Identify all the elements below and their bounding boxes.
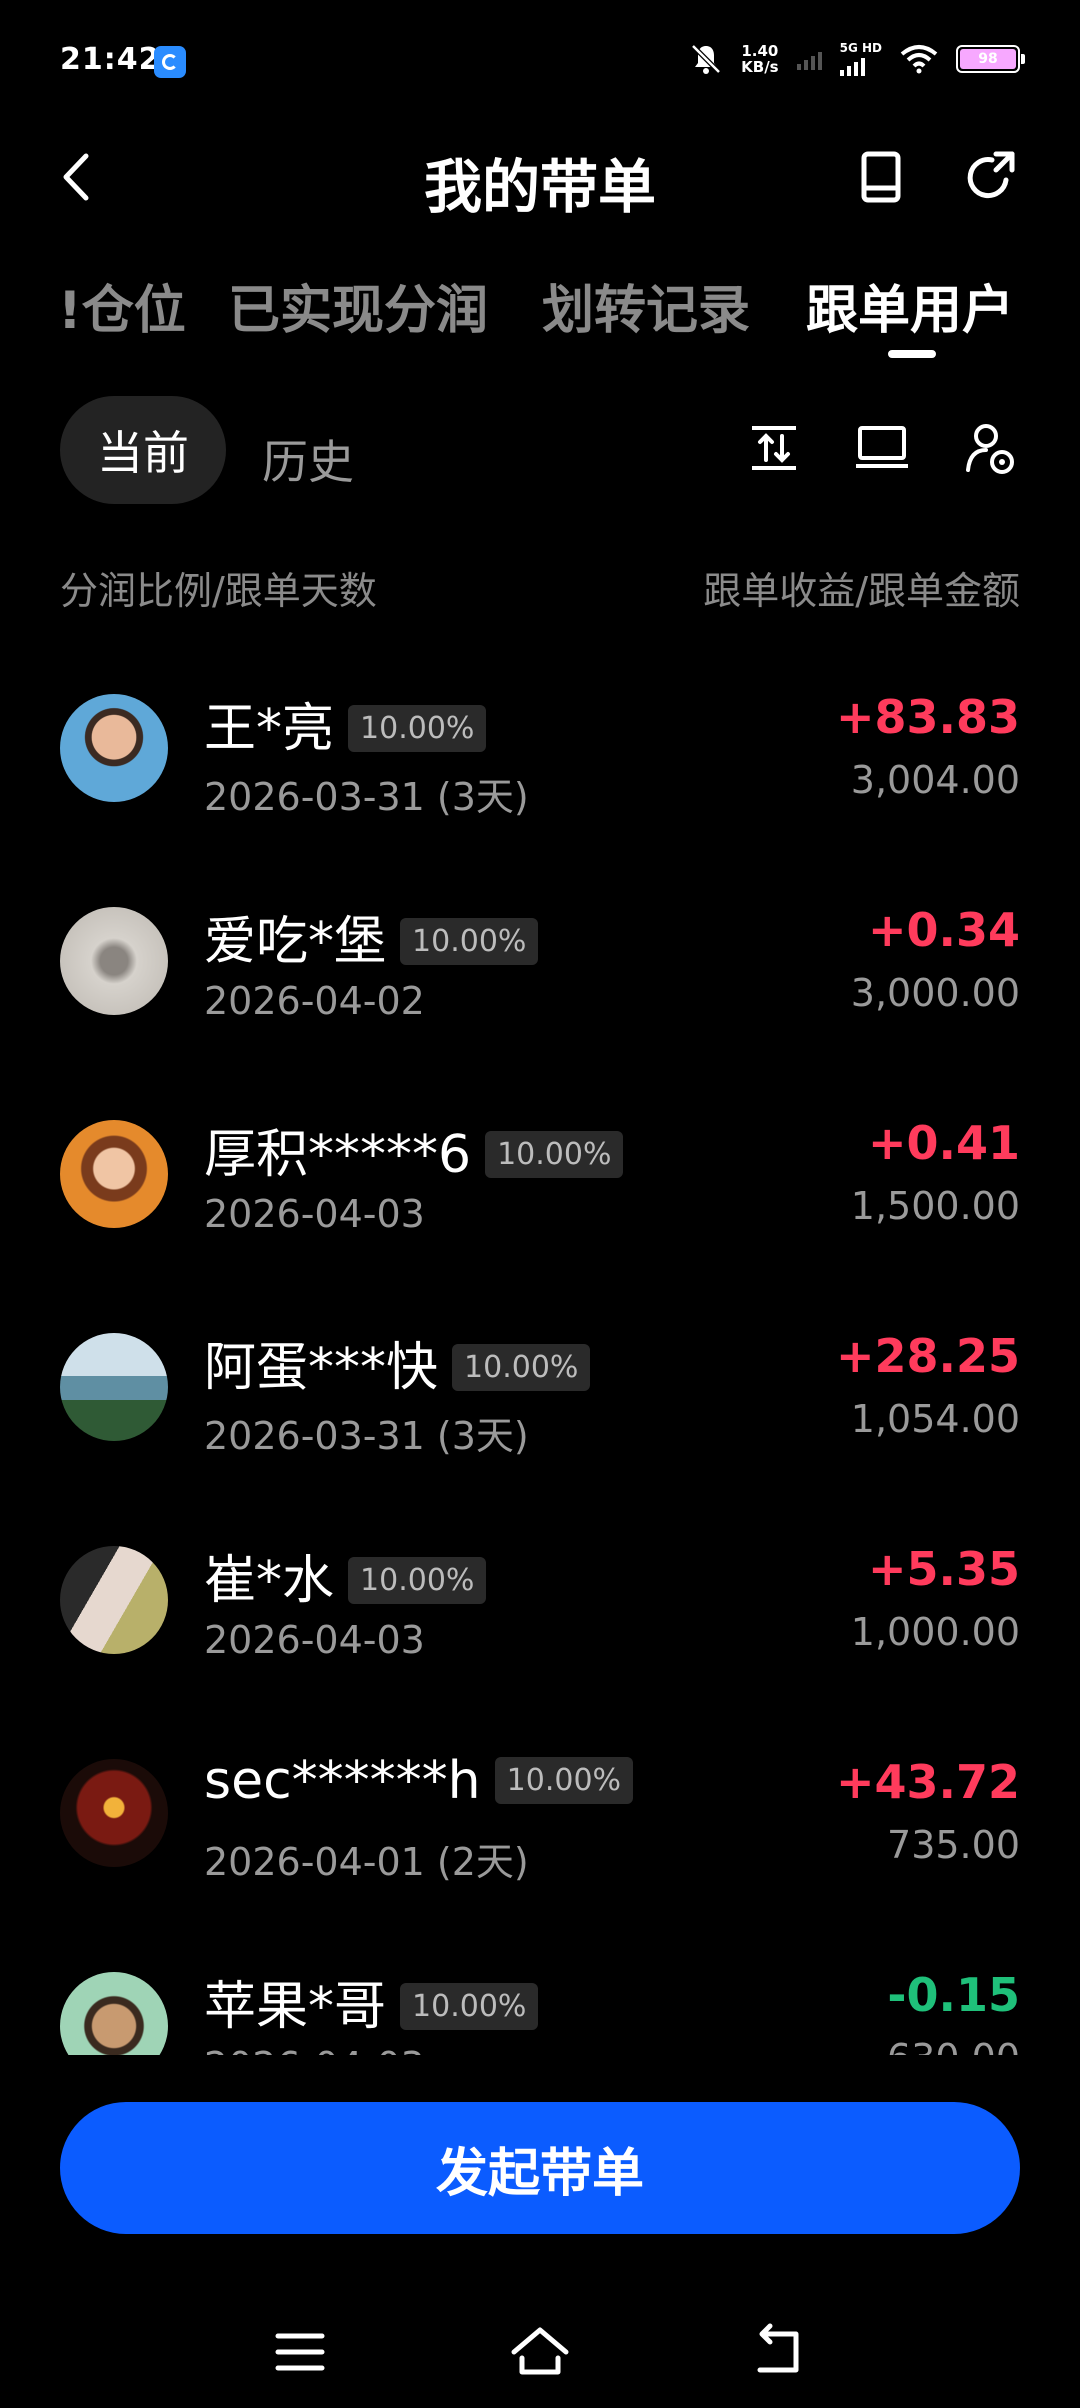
avatar xyxy=(60,907,168,1015)
follower-row[interactable]: 苹果*哥10.00% 2026-04-03 -0.15 630.00 xyxy=(0,1918,1080,2055)
tab-bar: !仓位 已实现分润 划转记录 跟单用户 xyxy=(0,258,1080,358)
follow-amount: 1,000.00 xyxy=(850,1610,1020,1654)
filter-row: 当前 历史 xyxy=(0,396,1080,506)
follower-row[interactable]: 王*亮 10.00% 2026-03-31 (3天) +83.83 3,004.0… xyxy=(0,640,1080,853)
follower-row[interactable]: 厚积*****6 10.00% 2026-04-03 +0.41 1,500.00 xyxy=(0,1066,1080,1279)
column-left-label: 分润比例/跟单天数 xyxy=(60,569,377,613)
column-right-label: 跟单收益/跟单金额 xyxy=(703,569,1020,613)
status-bar: 21:42 1.40 KB/s 5G HD 98 xyxy=(0,0,1080,120)
follow-amount: 3,000.00 xyxy=(850,971,1020,1015)
follower-list: 王*亮 10.00% 2026-03-31 (3天) +83.83 3,004.0… xyxy=(0,640,1080,2055)
follow-date: 2026-03-31 (3天) xyxy=(204,1414,529,1458)
follow-date: 2026-04-03 xyxy=(204,1618,425,1662)
filter-history[interactable]: 历史 xyxy=(262,426,354,492)
menu-icon[interactable] xyxy=(270,2322,330,2382)
share-ratio-badge: 10.00% xyxy=(485,1130,624,1178)
share-refresh-icon[interactable] xyxy=(960,148,1020,208)
share-ratio-badge: 10.00% xyxy=(400,917,539,965)
avatar xyxy=(60,1546,168,1654)
follow-profit: +83.83 xyxy=(835,690,1020,744)
follower-row[interactable]: 崔*水 10.00% 2026-04-03 +5.35 1,000.00 xyxy=(0,1492,1080,1705)
follow-date: 2026-04-03 xyxy=(204,2044,425,2055)
follower-row[interactable]: 爱吃*堡 10.00% 2026-04-02 +0.34 3,000.00 xyxy=(0,853,1080,1066)
follower-name: 苹果*哥 10.00% xyxy=(204,1964,539,2039)
follower-name: 厚积*****6 10.00% xyxy=(204,1112,624,1187)
follow-profit: +43.72 xyxy=(835,1755,1020,1809)
net-speed-unit: KB/s xyxy=(741,58,779,76)
avatar xyxy=(60,1120,168,1228)
follower-row[interactable]: 阿蛋***快 10.00% 2026-03-31 (3天) +28.25 1,05… xyxy=(0,1279,1080,1492)
follow-amount: 735.00 xyxy=(887,1823,1020,1867)
tab-transfer-records[interactable]: 划转记录 xyxy=(542,268,750,343)
battery-level: 98 xyxy=(960,49,1016,69)
filter-current[interactable]: 当前 xyxy=(60,396,226,504)
share-ratio-badge: 10.00% xyxy=(494,1756,634,1804)
follower-name: 爱吃*堡 10.00% xyxy=(204,899,539,974)
follow-profit: +0.34 xyxy=(867,903,1020,957)
sort-icon[interactable] xyxy=(746,420,802,476)
follower-name: 王*亮 10.00% xyxy=(204,686,487,761)
share-ratio-badge: 10.00% xyxy=(400,1982,539,2030)
follower-row[interactable]: sec******h 10.00% 2026-04-01 (2天) +43.72 … xyxy=(0,1705,1080,1918)
signal-icon xyxy=(839,54,865,76)
share-ratio-badge: 10.00% xyxy=(452,1343,591,1391)
page-title: 我的带单 xyxy=(423,153,656,221)
follow-amount: 1,054.00 xyxy=(850,1397,1020,1441)
book-icon[interactable] xyxy=(852,148,912,208)
follow-amount: 1,500.00 xyxy=(850,1184,1020,1228)
network-speed: 1.40 KB/s xyxy=(741,43,778,75)
status-time: 21:42 xyxy=(60,42,161,77)
wifi-icon xyxy=(900,45,938,74)
follower-name: 崔*水 10.00% xyxy=(204,1538,487,1613)
follower-name: 阿蛋***快 10.00% xyxy=(204,1325,591,1400)
share-ratio-badge: 10.00% xyxy=(348,1556,487,1604)
avatar xyxy=(60,694,168,802)
status-icons: 1.40 KB/s 5G HD 98 xyxy=(689,41,1025,76)
active-tab-indicator xyxy=(888,350,936,358)
tab-followers[interactable]: 跟单用户 xyxy=(806,268,1014,343)
net-speed-value: 1.40 xyxy=(741,42,779,60)
back-nav-icon[interactable] xyxy=(750,2322,810,2382)
follow-date: 2026-03-31 (3天) xyxy=(204,775,529,819)
follow-date: 2026-04-02 xyxy=(204,979,425,1023)
tab-positions[interactable]: !仓位 xyxy=(58,268,186,343)
battery-icon: 98 xyxy=(956,45,1025,73)
follow-profit: +28.25 xyxy=(835,1329,1020,1383)
follow-amount: 630.00 xyxy=(887,2036,1020,2055)
signal-label: 5G HD xyxy=(839,41,882,55)
follower-name: sec******h 10.00% xyxy=(204,1751,634,1811)
follow-date: 2026-04-01 (2天) xyxy=(204,1840,529,1884)
signal-5g: 5G HD xyxy=(839,41,882,76)
header: 我的带单 xyxy=(0,130,1080,230)
tab-realized-profit[interactable]: 已实现分润 xyxy=(228,268,488,343)
home-icon[interactable] xyxy=(510,2322,570,2382)
avatar xyxy=(60,1333,168,1441)
app-notification-icon xyxy=(154,46,186,78)
system-nav-bar xyxy=(0,2300,1080,2408)
user-settings-icon[interactable] xyxy=(962,420,1018,476)
follow-date: 2026-04-03 xyxy=(204,1192,425,1236)
avatar xyxy=(60,1759,168,1867)
signal-sim2-icon xyxy=(796,48,822,70)
avatar xyxy=(60,1972,168,2055)
column-header: 分润比例/跟单天数 跟单收益/跟单金额 xyxy=(60,560,1020,620)
follow-amount: 3,004.00 xyxy=(850,758,1020,802)
display-icon[interactable] xyxy=(854,420,910,476)
follow-profit: -0.15 xyxy=(887,1968,1020,2022)
follow-profit: +0.41 xyxy=(867,1116,1020,1170)
start-copy-trade-button[interactable]: 发起带单 xyxy=(60,2102,1020,2234)
mute-bell-icon xyxy=(691,44,721,74)
follow-profit: +5.35 xyxy=(867,1542,1020,1596)
share-ratio-badge: 10.00% xyxy=(348,704,487,752)
